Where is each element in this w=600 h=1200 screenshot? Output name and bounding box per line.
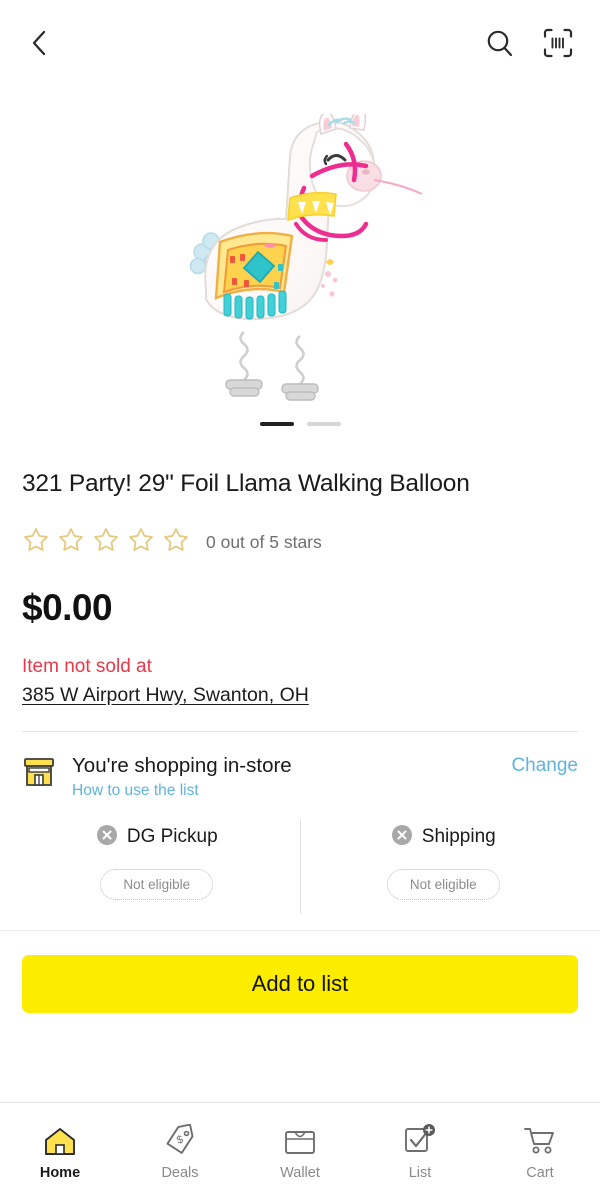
gallery-dot-1[interactable] [259, 422, 294, 426]
shopping-mode-banner: You're shopping in-store How to use the … [0, 732, 600, 800]
shipping-header: Shipping [391, 824, 496, 851]
product-image[interactable] [178, 109, 423, 414]
store-address-link[interactable]: 385 W Airport Hwy, Swanton, OH [22, 684, 309, 707]
nav-label-wallet: Wallet [280, 1165, 320, 1181]
product-rating[interactable]: 0 out of 5 stars [22, 526, 578, 559]
shipping-status-badge: Not eligible [386, 868, 500, 900]
x-circle-icon [96, 824, 118, 851]
how-to-use-list-link[interactable]: How to use the list [72, 782, 511, 800]
change-store-button[interactable]: Change [511, 754, 578, 777]
header-actions [484, 27, 574, 62]
product-detail-screen: 321 Party! 29" Foil Llama Walking Balloo… [0, 0, 600, 1200]
star-icon[interactable] [57, 526, 85, 559]
product-price: $0.00 [22, 586, 113, 628]
fulfillment-option-pickup: DG Pickup Not eligible [14, 819, 301, 914]
home-icon [43, 1122, 77, 1156]
gallery-pagination[interactable] [0, 422, 600, 426]
shopping-cart-icon [523, 1122, 557, 1156]
nav-label-cart: Cart [526, 1165, 554, 1181]
storefront-icon [22, 756, 56, 793]
nav-label-deals: Deals [161, 1165, 199, 1181]
product-title: 321 Party! 29" Foil Llama Walking Balloo… [22, 470, 470, 497]
star-icon[interactable] [162, 526, 190, 559]
wallet-icon [283, 1122, 317, 1156]
bottom-navigation: Home $ Deals Wallet List Cart [0, 1102, 600, 1200]
x-circle-icon [391, 824, 413, 851]
star-icon[interactable] [22, 526, 50, 559]
product-info: 321 Party! 29" Foil Llama Walking Balloo… [0, 440, 600, 732]
star-rating[interactable] [22, 526, 190, 559]
fulfillment-option-shipping: Shipping Not eligible [301, 820, 587, 914]
pickup-label: DG Pickup [126, 826, 218, 848]
rating-label: 0 out of 5 stars [206, 531, 322, 552]
chevron-left-icon [28, 28, 50, 61]
star-icon[interactable] [127, 526, 155, 559]
app-header [0, 0, 600, 88]
search-button[interactable] [484, 27, 516, 62]
pickup-header: DG Pickup [96, 824, 218, 851]
cta-container: Add to list [0, 931, 600, 1035]
nav-item-deals[interactable]: $ Deals [120, 1103, 240, 1200]
shopping-mode-texts: You're shopping in-store How to use the … [56, 754, 511, 800]
list-check-icon [403, 1122, 437, 1156]
nav-label-home: Home [39, 1165, 81, 1181]
star-icon[interactable] [92, 526, 120, 559]
pickup-status-badge: Not eligible [100, 868, 214, 900]
tag-icon: $ [164, 1122, 196, 1156]
fulfillment-options: DG Pickup Not eligible Shipping Not elig… [0, 819, 600, 914]
barcode-scan-icon [542, 27, 574, 62]
shopping-mode-title: You're shopping in-store [72, 753, 292, 777]
search-icon [484, 27, 516, 62]
back-button[interactable] [28, 28, 50, 61]
nav-item-cart[interactable]: Cart [480, 1103, 600, 1200]
nav-item-wallet[interactable]: Wallet [240, 1103, 360, 1200]
product-gallery[interactable] [0, 88, 600, 440]
add-to-list-button[interactable]: Add to list [22, 954, 578, 1013]
nav-label-list: List [408, 1165, 432, 1181]
gallery-dot-2[interactable] [306, 422, 341, 426]
nav-item-list[interactable]: List [360, 1103, 480, 1200]
barcode-scan-button[interactable] [542, 27, 574, 62]
svg-text:$: $ [175, 1134, 185, 1147]
nav-item-home[interactable]: Home [0, 1103, 120, 1200]
availability-message: Item not sold at [22, 655, 152, 677]
shipping-label: Shipping [421, 826, 496, 848]
